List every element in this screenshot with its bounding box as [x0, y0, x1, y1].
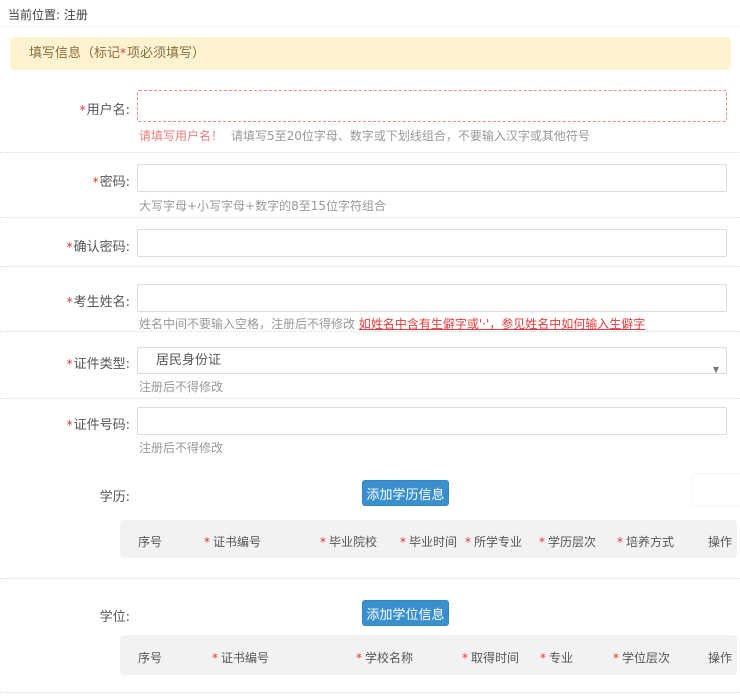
username-label-text: 用户名: — [87, 103, 130, 118]
required-asterisk: * — [617, 535, 623, 549]
username-input[interactable] — [137, 90, 727, 122]
col-text: 操作 — [708, 651, 732, 665]
required-asterisk: * — [539, 535, 545, 549]
degree-table-header: 序号 *证书编号 *学校名称 *取得时间 *专业 *学位层次 操作 — [120, 635, 737, 675]
degree-col-actions: 操作 — [705, 649, 732, 666]
required-asterisk: * — [93, 175, 99, 189]
id-type-hint: 注册后不得修改 — [139, 378, 223, 395]
chevron-down-icon: ▼ — [713, 357, 719, 382]
id-type-selected-value: 居民身份证 — [156, 353, 221, 368]
add-education-button[interactable]: 添加学历信息 — [362, 480, 449, 506]
page-bottom-divider — [0, 692, 740, 693]
username-hint: 请填写5至20位字母、数字或下划线组合，不要输入汉字或其他符号 — [231, 129, 590, 143]
breadcrumb: 当前位置: 注册 — [8, 6, 88, 23]
education-col-level: *学历层次 — [539, 533, 596, 550]
degree-col-index: 序号 — [135, 649, 162, 666]
col-text: 所学专业 — [474, 535, 522, 549]
candidate-name-hint: 姓名中间不要输入空格，注册后不得修改 — [139, 317, 355, 331]
candidate-name-label: *考生姓名: — [0, 291, 130, 310]
degree-col-certificate-no: *证书编号 — [212, 649, 269, 666]
banner-text-prefix: 填写信息（标记 — [29, 46, 120, 61]
rare-character-help-link[interactable]: 如姓名中含有生僻字或'·'，参见姓名中如何输入生僻字 — [359, 317, 645, 331]
required-asterisk: * — [67, 295, 73, 309]
username-label: *用户名: — [0, 99, 130, 118]
username-error-line: 请填写用户名！ 请填写5至20位字母、数字或下划线组合，不要输入汉字或其他符号 — [139, 127, 590, 144]
required-asterisk: * — [613, 651, 619, 665]
password-label: *密码: — [0, 171, 130, 190]
education-col-graduation-time: *毕业时间 — [400, 533, 457, 550]
id-type-select[interactable]: 居民身份证▼ — [137, 347, 727, 374]
required-asterisk: * — [356, 651, 362, 665]
required-asterisk: * — [67, 357, 73, 371]
username-error-message: 请填写用户名！ — [139, 129, 223, 143]
education-table-header: 序号 *证书编号 *毕业院校 *毕业时间 *所学专业 *学历层次 *培养方式 操… — [120, 520, 737, 558]
education-col-index: 序号 — [135, 533, 162, 550]
registration-page: 当前位置: 注册 填写信息（标记*项必须填写） *用户名: 请填写用户名！请填写… — [0, 0, 740, 697]
required-asterisk: * — [320, 535, 326, 549]
confirm-password-label-text: 确认密码: — [74, 240, 130, 255]
education-col-certificate-no: *证书编号 — [204, 533, 261, 550]
degree-label: 学位: — [0, 606, 130, 625]
banner-text-suffix: 项必须填写） — [127, 46, 205, 61]
education-col-major: *所学专业 — [465, 533, 522, 550]
id-type-label-text: 证件类型: — [74, 357, 130, 372]
required-asterisk: * — [465, 535, 471, 549]
education-col-actions: 操作 — [705, 533, 732, 550]
col-text: 培养方式 — [626, 535, 674, 549]
required-asterisk: * — [204, 535, 210, 549]
education-label: 学历: — [0, 486, 130, 505]
degree-col-school-name: *学校名称 — [356, 649, 413, 666]
required-asterisk: * — [80, 103, 86, 117]
header-divider — [0, 26, 740, 27]
required-asterisk: * — [120, 46, 126, 60]
password-hint: 大写字母+小写字母+数字的8至15位字符组合 — [139, 197, 386, 214]
candidate-name-label-text: 考生姓名: — [74, 295, 130, 310]
password-input[interactable] — [137, 164, 727, 192]
row-divider — [0, 266, 740, 267]
required-asterisk: * — [462, 651, 468, 665]
col-text: 学校名称 — [365, 651, 413, 665]
col-text: 证书编号 — [221, 651, 269, 665]
education-col-school: *毕业院校 — [320, 533, 377, 550]
row-divider — [0, 217, 740, 218]
confirm-password-input[interactable] — [137, 229, 727, 257]
col-text: 学历层次 — [548, 535, 596, 549]
row-divider — [0, 152, 740, 153]
candidate-name-hint-line: 姓名中间不要输入空格，注册后不得修改 如姓名中含有生僻字或'·'，参见姓名中如何… — [139, 315, 645, 332]
col-text: 操作 — [708, 535, 732, 549]
form-header-banner: 填写信息（标记*项必须填写） — [10, 37, 731, 70]
row-divider — [0, 578, 740, 579]
required-asterisk: * — [67, 418, 73, 432]
col-text: 序号 — [138, 651, 162, 665]
id-number-label-text: 证件号码: — [74, 418, 130, 433]
degree-col-level: *学位层次 — [613, 649, 670, 666]
education-col-training-mode: *培养方式 — [617, 533, 674, 550]
row-divider — [0, 398, 740, 399]
degree-col-major: *专业 — [540, 649, 573, 666]
decorative-edge-panel — [692, 473, 740, 507]
id-type-label: *证件类型: — [0, 353, 130, 372]
candidate-name-input[interactable] — [137, 284, 727, 312]
col-text: 取得时间 — [471, 651, 519, 665]
degree-col-obtained-time: *取得时间 — [462, 649, 519, 666]
required-asterisk: * — [212, 651, 218, 665]
required-asterisk: * — [400, 535, 406, 549]
col-text: 证书编号 — [213, 535, 261, 549]
required-asterisk: * — [67, 240, 73, 254]
password-label-text: 密码: — [100, 175, 130, 190]
id-number-label: *证件号码: — [0, 414, 130, 433]
add-degree-button[interactable]: 添加学位信息 — [362, 600, 449, 626]
col-text: 毕业院校 — [329, 535, 377, 549]
confirm-password-label: *确认密码: — [0, 236, 130, 255]
col-text: 序号 — [138, 535, 162, 549]
col-text: 毕业时间 — [409, 535, 457, 549]
required-asterisk: * — [540, 651, 546, 665]
id-number-input[interactable] — [137, 407, 727, 435]
col-text: 专业 — [549, 651, 573, 665]
col-text: 学位层次 — [622, 651, 670, 665]
row-divider — [0, 331, 740, 332]
id-number-hint: 注册后不得修改 — [139, 439, 223, 456]
